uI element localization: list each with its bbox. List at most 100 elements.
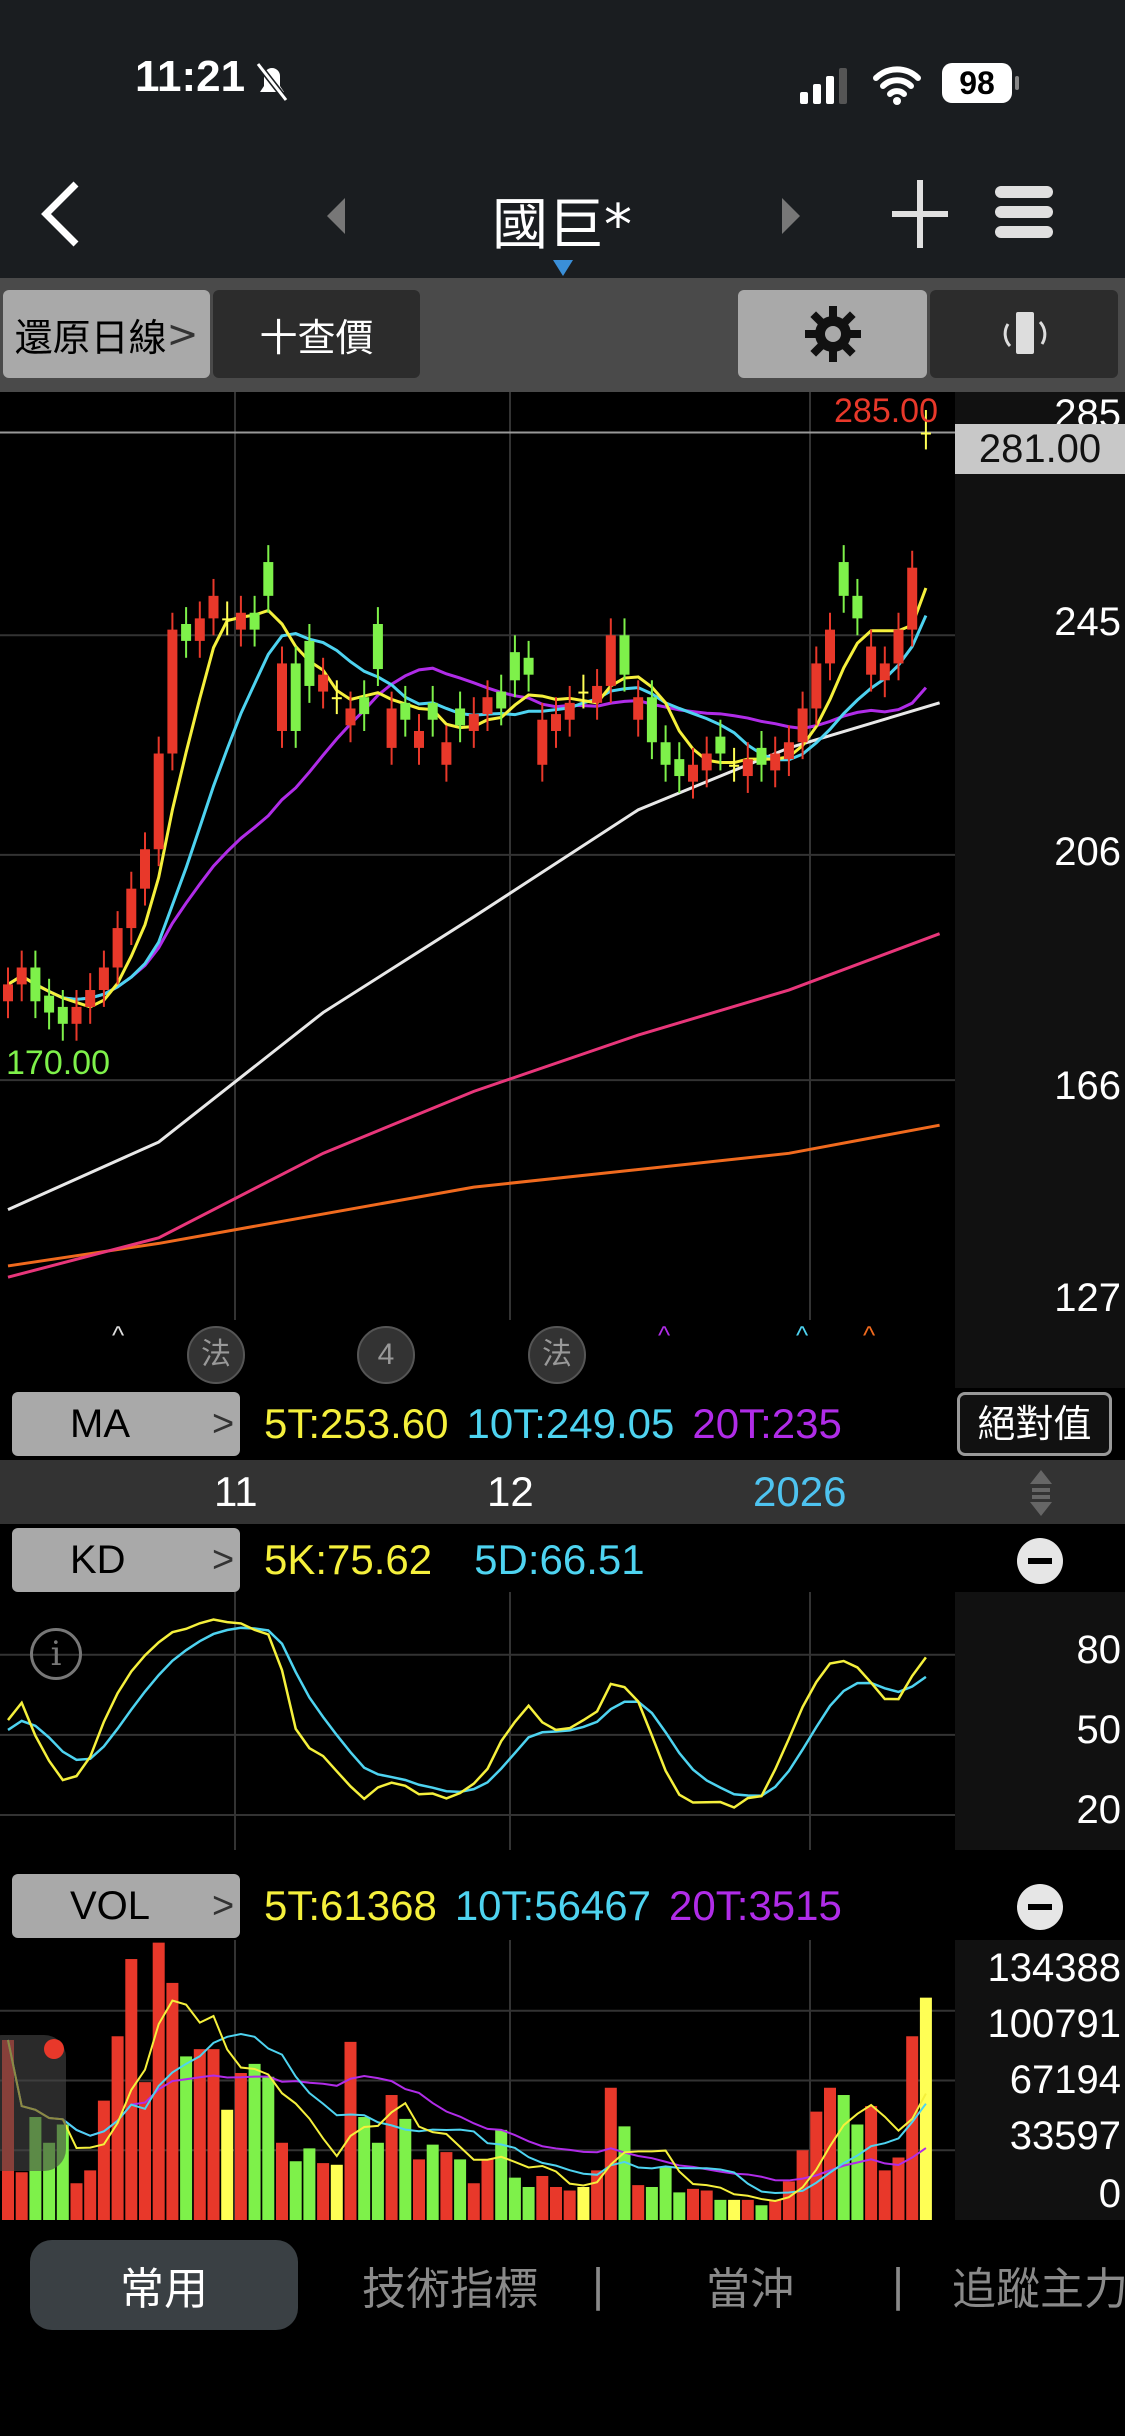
institutional-marker[interactable]: 法 bbox=[528, 1326, 586, 1384]
volume-bar bbox=[618, 2126, 631, 2220]
back-chevron-icon[interactable] bbox=[36, 178, 86, 250]
volume-bar bbox=[358, 2117, 371, 2220]
volume-bar bbox=[577, 2186, 590, 2220]
vol-indicator-button[interactable]: VOL > bbox=[12, 1874, 240, 1938]
chevron-right-icon: > bbox=[212, 1402, 235, 1445]
candle-body bbox=[825, 629, 835, 664]
quote-button[interactable]: 十查價 bbox=[213, 290, 420, 378]
candle-body bbox=[208, 595, 219, 619]
candle-body bbox=[633, 697, 644, 720]
status-bar: 11:21 98 bbox=[0, 0, 1125, 150]
candle-body bbox=[30, 967, 41, 1002]
vol-values: 5T:61368 10T:56467 20T:3515 bbox=[264, 1870, 954, 1942]
floating-assist-button[interactable] bbox=[0, 2035, 66, 2171]
signal-icon bbox=[800, 68, 847, 104]
info-icon[interactable]: i bbox=[30, 1628, 82, 1680]
tab-day-trade[interactable]: 當沖 bbox=[680, 2240, 820, 2330]
volume-bar bbox=[769, 2199, 782, 2220]
volume-bar bbox=[563, 2190, 576, 2220]
institutional-marker[interactable]: 法 bbox=[187, 1326, 245, 1384]
volume-bar bbox=[262, 2076, 275, 2220]
candle-body bbox=[551, 714, 561, 731]
kd-row: KD > 5K:75.62 5D:66.51 bbox=[0, 1524, 1125, 1592]
kd-axis: 80 50 20 bbox=[955, 1592, 1125, 1850]
restore-daily-button[interactable]: 還原日線 > bbox=[3, 290, 210, 378]
volume-bar bbox=[317, 2163, 330, 2220]
tab-separator: | bbox=[890, 2259, 906, 2311]
kd-values: 5K:75.62 5D:66.51 bbox=[264, 1524, 954, 1596]
next-stock-arrow-icon[interactable] bbox=[780, 196, 802, 236]
chart-toolbar: 還原日線 > 十查價 bbox=[0, 278, 1125, 392]
volume-bar bbox=[782, 2181, 795, 2220]
rotate-icon bbox=[1003, 312, 1047, 354]
candle-body bbox=[592, 685, 603, 703]
candle-body bbox=[167, 629, 178, 754]
volume-bar bbox=[604, 2087, 617, 2220]
candle-body bbox=[852, 595, 863, 619]
rotate-screen-button[interactable] bbox=[930, 290, 1118, 378]
notification-dot bbox=[44, 2039, 64, 2059]
ma5-line bbox=[7, 587, 928, 1009]
tab-technical-indicators[interactable]: 技術指標 bbox=[330, 2240, 570, 2330]
volume-bar bbox=[892, 2157, 905, 2220]
menu-icon[interactable] bbox=[995, 182, 1053, 242]
kd-indicator-button[interactable]: KD > bbox=[12, 1528, 240, 1592]
volume-bar bbox=[467, 2183, 480, 2220]
chevron-right-icon: > bbox=[166, 312, 199, 356]
volume-bar bbox=[700, 2190, 713, 2220]
tab-track-major[interactable]: 追蹤主力 bbox=[952, 2240, 1125, 2330]
candle-body bbox=[496, 691, 507, 709]
stock-title[interactable]: 國巨* bbox=[492, 180, 632, 261]
ma-indicator-button[interactable]: MA > bbox=[12, 1392, 240, 1456]
absolute-value-button[interactable]: 絕對值 bbox=[957, 1392, 1112, 1456]
candle-body bbox=[455, 708, 466, 726]
volume-bar bbox=[303, 2148, 316, 2220]
kd-chart[interactable] bbox=[0, 1592, 955, 1850]
candle-body bbox=[578, 691, 589, 694]
date-axis: 11 12 2026 bbox=[0, 1460, 1125, 1524]
tab-common[interactable]: 常用 bbox=[30, 2240, 298, 2330]
prev-stock-arrow-icon[interactable] bbox=[325, 196, 347, 236]
candle-body bbox=[153, 753, 164, 850]
resize-handle-icon[interactable] bbox=[1028, 1470, 1054, 1516]
dropdown-triangle-icon[interactable] bbox=[553, 260, 573, 276]
volume-chart[interactable] bbox=[0, 1940, 955, 2220]
volume-bar bbox=[714, 2199, 727, 2220]
candle-body bbox=[879, 663, 890, 681]
candle-body bbox=[770, 753, 781, 771]
gear-icon bbox=[804, 306, 861, 362]
volume-bar bbox=[248, 2063, 261, 2220]
remove-kd-button[interactable] bbox=[1017, 1538, 1063, 1584]
candle-body bbox=[783, 742, 794, 760]
candle-body bbox=[372, 624, 383, 670]
candle-body bbox=[482, 697, 493, 715]
candle-body bbox=[16, 967, 27, 985]
vol-row: VOL > 5T:61368 10T:56467 20T:3515 bbox=[0, 1870, 1125, 1940]
volume-bar bbox=[166, 1982, 179, 2220]
add-icon[interactable] bbox=[890, 176, 950, 252]
volume-bar bbox=[413, 2159, 425, 2220]
candle-body bbox=[414, 730, 424, 748]
candle-body bbox=[263, 562, 274, 596]
candle-body bbox=[85, 990, 96, 1007]
settings-button[interactable] bbox=[738, 290, 927, 378]
restore-label: 還原日線 bbox=[14, 315, 167, 360]
volume-bar bbox=[645, 2186, 658, 2220]
clock: 11:21 bbox=[135, 52, 246, 101]
candle-body bbox=[44, 995, 55, 1013]
volume-bar bbox=[180, 2056, 193, 2220]
volume-bar bbox=[550, 2186, 562, 2220]
vol-label: VOL bbox=[70, 1883, 151, 1928]
bell-muted-icon bbox=[255, 62, 289, 102]
event-marker[interactable]: 4 bbox=[357, 1326, 415, 1384]
volume-bar bbox=[687, 2188, 699, 2220]
volume-bar bbox=[837, 2095, 850, 2220]
candle-body bbox=[893, 629, 904, 664]
candle-body bbox=[468, 714, 479, 731]
vol-tick: 0 bbox=[1098, 2172, 1121, 2216]
price-tick: 166 bbox=[1054, 1064, 1121, 1108]
battery-indicator: 98 bbox=[942, 63, 1012, 103]
price-tick: 206 bbox=[1054, 830, 1121, 874]
candlestick-chart[interactable] bbox=[0, 392, 955, 1320]
remove-vol-button[interactable] bbox=[1017, 1884, 1063, 1930]
